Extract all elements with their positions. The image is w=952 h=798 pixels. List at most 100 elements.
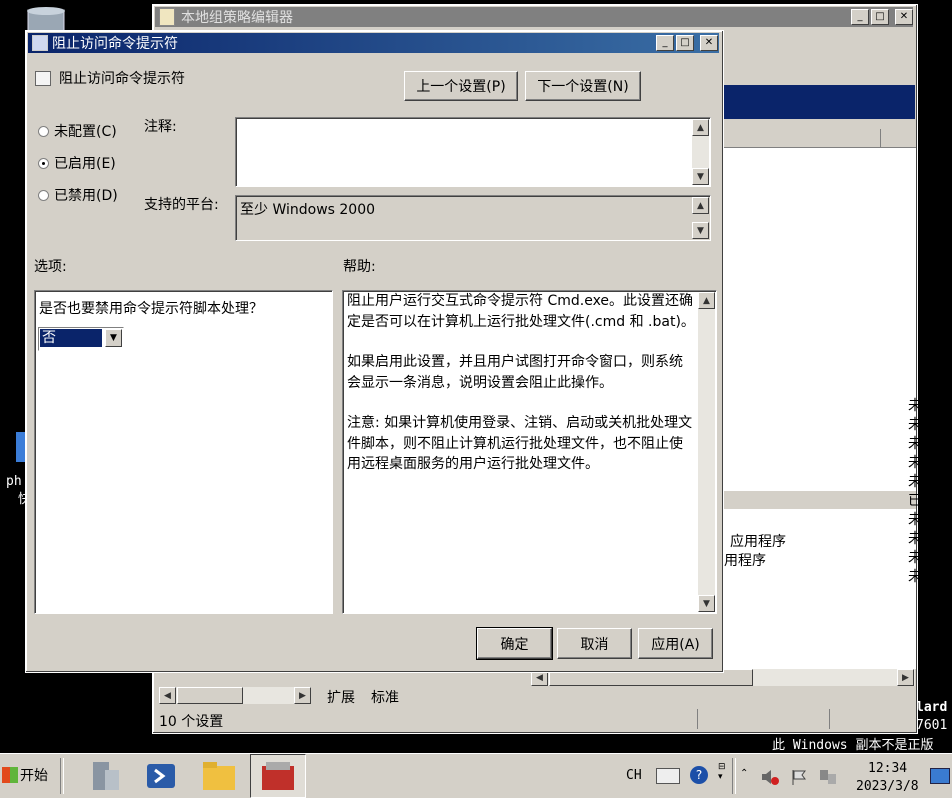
options-panel: 是否也要禁用命令提示符脚本处理？ 否 ▼ [34, 290, 333, 614]
state-cell: 未 [908, 569, 920, 585]
clock-time[interactable]: 12:34 [868, 761, 907, 776]
radio-enabled[interactable]: 已启用(E) [38, 153, 116, 173]
previous-setting-button[interactable]: 上一个设置(P) [404, 71, 518, 101]
taskbar-divider [60, 758, 64, 794]
scroll-right-button[interactable]: ▶ [897, 669, 914, 686]
left-hscrollbar[interactable]: ◀ ▶ [159, 687, 311, 704]
setting-name: 阻止访问命令提示符 [59, 71, 185, 87]
close-button[interactable]: ✕ [700, 35, 718, 51]
policy-dialog: 阻止访问命令提示符 _ □ ✕ 阻止访问命令提示符 上一个设置(P) 下一个设置… [25, 30, 724, 673]
help-label: 帮助: [343, 259, 376, 275]
server-manager-icon[interactable] [82, 756, 128, 796]
state-cell: 未 [908, 398, 920, 414]
dialog-title-icon [32, 35, 48, 51]
scroll-thumb[interactable] [177, 687, 243, 704]
state-cell: 未 [908, 436, 920, 452]
scroll-right-button[interactable]: ▶ [294, 687, 311, 704]
cancel-button[interactable]: 取消 [557, 628, 632, 659]
start-button[interactable]: 开始 [2, 760, 54, 790]
platform-label: 支持的平台: [144, 197, 219, 213]
platform-value: 至少 Windows 2000 [240, 202, 376, 218]
state-cell: 未 [908, 417, 920, 433]
maximize-button[interactable]: □ [871, 9, 889, 25]
scroll-up-button[interactable]: ▲ [692, 197, 709, 214]
radio-disabled[interactable]: 已禁用(D) [38, 185, 118, 205]
gpedit-title: 本地组策略编辑器 [181, 10, 293, 26]
dropdown-arrow-icon[interactable]: ▼ [105, 329, 122, 347]
clock-date[interactable]: 2023/3/8 [856, 779, 919, 794]
list-column-header[interactable] [722, 129, 916, 148]
radio-label: 已禁用(D) [54, 188, 118, 204]
radio-label: 已启用(E) [54, 156, 116, 172]
flag-icon[interactable] [790, 768, 808, 786]
maximize-button[interactable]: □ [676, 35, 694, 51]
option-question: 是否也要禁用命令提示符脚本处理？ [39, 301, 263, 317]
help-paragraph: 注意: 如果计算机使用登录、注销、启动或关机批处理文件脚本，则不阻止计算机运行批… [347, 415, 693, 472]
gpedit-list-pane: 应用程序 用程序 未 未 未 未 未 已 未 未 未 未 [721, 129, 920, 669]
radio-button[interactable] [38, 189, 49, 201]
status-text: 10 个设置 [159, 714, 224, 730]
state-cell: 未 [908, 531, 920, 547]
radio-not-configured[interactable]: 未配置(C) [38, 121, 117, 141]
column-divider[interactable] [880, 129, 881, 147]
help-icon[interactable]: ? [690, 766, 708, 784]
status-divider [829, 709, 830, 729]
tray-divider [732, 758, 736, 794]
tab-standard[interactable]: 标准 [371, 687, 399, 707]
language-indicator[interactable]: CH [626, 768, 642, 783]
windows-logo-icon [2, 767, 18, 783]
apply-button[interactable]: 应用(A) [638, 628, 713, 659]
gpedit-title-icon [159, 8, 175, 26]
script-processing-select[interactable]: 否 ▼ [38, 327, 124, 351]
scroll-left-button[interactable]: ◀ [159, 687, 176, 704]
comment-label: 注释: [144, 119, 177, 135]
scroll-up-button[interactable]: ▲ [698, 292, 715, 309]
scroll-down-button[interactable]: ▼ [692, 168, 709, 185]
tab-extended[interactable]: 扩展 [327, 687, 355, 707]
tray-options-icon[interactable]: ⊟ ▾ [718, 762, 726, 782]
close-button[interactable]: ✕ [895, 9, 913, 25]
network-icon[interactable] [818, 768, 838, 786]
ok-button[interactable]: 确定 [476, 627, 553, 660]
gpedit-titlebar: 本地组策略编辑器 _ □ ✕ [155, 7, 913, 27]
show-desktop-button[interactable] [930, 768, 950, 784]
list-row-label[interactable]: 用程序 [724, 550, 766, 570]
help-text: 阻止用户运行交互式命令提示符 Cmd.exe。此设置还确定是否可以在计算机上运行… [347, 291, 695, 475]
help-panel: 阻止用户运行交互式命令提示符 Cmd.exe。此设置还确定是否可以在计算机上运行… [342, 290, 717, 614]
state-column: 未 未 未 未 未 已 未 未 未 未 [908, 397, 920, 587]
explorer-folder-icon[interactable] [196, 756, 242, 796]
scroll-up-button[interactable]: ▲ [692, 119, 709, 136]
radio-button[interactable] [38, 125, 49, 137]
comment-textarea[interactable]: ▲ ▼ [235, 117, 711, 187]
status-divider [697, 709, 698, 729]
platform-scrollbar[interactable]: ▲ ▼ [692, 197, 709, 239]
powershell-icon[interactable] [138, 756, 184, 796]
state-cell: 已 [908, 493, 920, 509]
radio-button[interactable] [38, 157, 49, 169]
desktop-edge-text-2: 7601 [916, 718, 948, 733]
selected-row[interactable] [722, 491, 916, 509]
setting-icon [35, 71, 51, 86]
minimize-button[interactable]: _ [851, 9, 869, 25]
desktop-edge-text-1: lard [916, 700, 948, 715]
gpedit-taskbar-button[interactable] [250, 754, 306, 798]
state-cell: 未 [908, 455, 920, 471]
show-hidden-icons-icon[interactable]: ⌃ [740, 768, 748, 779]
desktop-icon-label: ph [6, 474, 22, 489]
status-bar: 10 个设置 [155, 709, 913, 730]
dialog-titlebar: 阻止访问命令提示符 _ □ ✕ [28, 33, 719, 53]
scroll-down-button[interactable]: ▼ [698, 595, 715, 612]
comment-scrollbar[interactable]: ▲ ▼ [692, 119, 709, 185]
options-label: 选项: [34, 259, 67, 275]
start-label: 开始 [20, 768, 48, 784]
tab-strip: 扩展 标准 [317, 687, 517, 707]
minimize-button[interactable]: _ [656, 35, 674, 51]
list-row-label[interactable]: 应用程序 [730, 531, 786, 551]
keyboard-icon[interactable] [656, 768, 680, 784]
speaker-muted-icon[interactable] [760, 768, 780, 786]
gpedit-header-band [721, 85, 915, 119]
next-setting-button[interactable]: 下一个设置(N) [525, 71, 641, 101]
help-scrollbar[interactable]: ▲ ▼ [698, 292, 715, 612]
platform-field: 至少 Windows 2000 ▲ ▼ [235, 195, 711, 241]
scroll-down-button[interactable]: ▼ [692, 222, 709, 239]
